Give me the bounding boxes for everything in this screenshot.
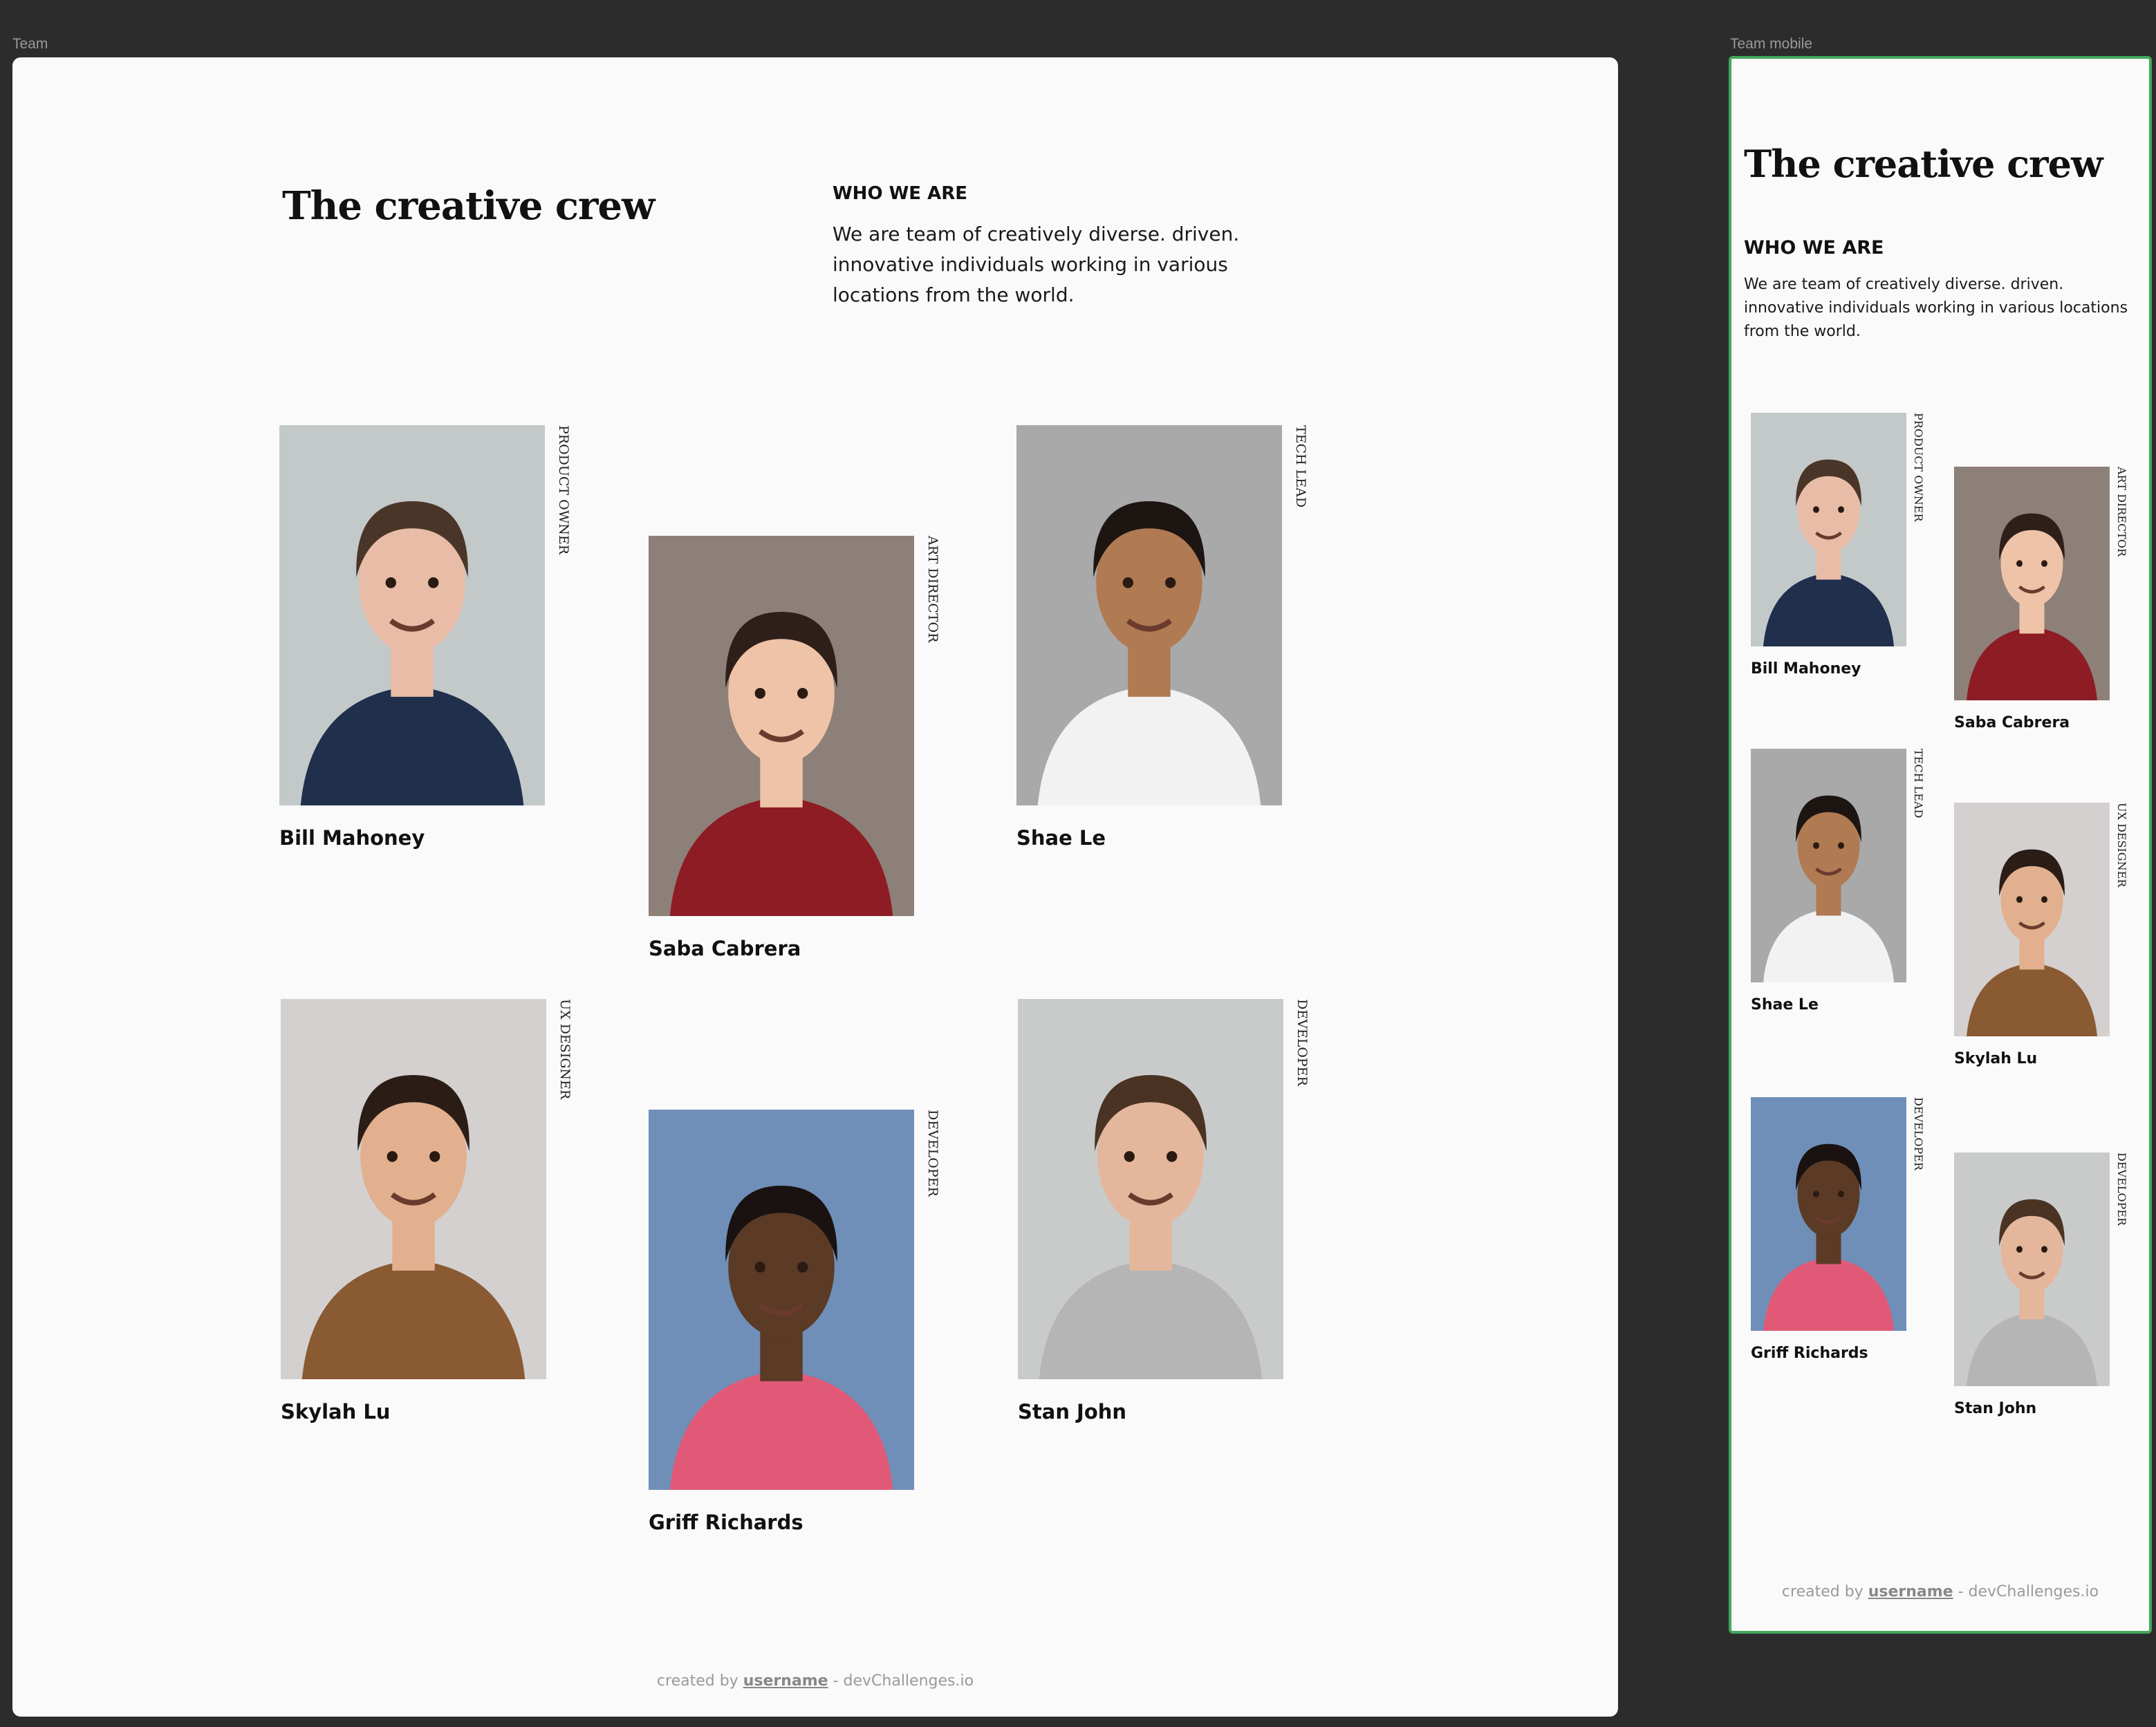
desktop-frame[interactable]: The creative crew WHO WE ARE We are team… [12,57,1618,1717]
member-name: Bill Mahoney [279,826,425,850]
section-heading: WHO WE ARE [1744,237,1884,259]
member-name: Skylah Lu [1954,1050,2038,1067]
mobile-frame-label[interactable]: Team mobile [1730,36,1812,53]
member-card: PRODUCT OWNER Bill Mahoney [279,425,584,868]
member-card: UX DESIGNER Skylah Lu [281,999,585,1441]
member-card: ART DIRECTOR Saba Cabrera [1954,467,2134,785]
member-role: TECH LEAD [1912,749,1925,819]
member-card: DEVELOPER Griff Richards [649,1110,953,1552]
member-card: ART DIRECTOR Saba Cabrera [649,536,953,978]
username-link[interactable]: username [743,1672,828,1690]
member-name: Griff Richards [1751,1345,1868,1362]
member-name: Saba Cabrera [649,937,801,960]
member-role: DEVELOPER [2115,1152,2128,1226]
member-name: Skylah Lu [281,1400,391,1423]
member-name: Bill Mahoney [1751,660,1861,678]
member-photo [1954,803,2110,1036]
footer: created by username - devChallenges.io [1731,1583,2149,1600]
member-card: DEVELOPER Stan John [1954,1152,2134,1471]
member-name: Shae Le [1751,996,1819,1014]
username-link[interactable]: username [1868,1583,1953,1600]
page-title: The creative crew [282,183,655,229]
member-role: UX DESIGNER [2115,803,2128,888]
member-card: PRODUCT OWNER Bill Mahoney [1751,413,1931,731]
member-card: TECH LEAD Shae Le [1016,425,1321,868]
member-card: UX DESIGNER Skylah Lu [1954,803,2134,1121]
member-photo [1954,467,2110,700]
member-role: DEVELOPER [925,1110,940,1197]
member-photo [1751,749,1906,982]
member-role: ART DIRECTOR [925,536,940,643]
member-name: Griff Richards [649,1511,803,1534]
member-photo [1954,1152,2110,1386]
member-role: UX DESIGNER [557,999,573,1100]
member-role: PRODUCT OWNER [1912,413,1925,522]
member-role: DEVELOPER [1294,999,1310,1086]
member-role: ART DIRECTOR [2115,467,2128,557]
footer-suffix: - devChallenges.io [828,1672,974,1690]
page-title: The creative crew [1744,142,2103,186]
desktop-frame-label[interactable]: Team [12,36,48,53]
member-name: Shae Le [1016,826,1106,850]
member-photo [279,425,545,805]
footer-suffix: - devChallenges.io [1953,1583,2099,1600]
member-photo [649,1110,914,1490]
member-photo [1016,425,1282,805]
member-photo [1751,413,1906,646]
footer: created by username - devChallenges.io [12,1672,1618,1690]
member-photo [1018,999,1283,1379]
member-card: DEVELOPER Stan John [1018,999,1322,1441]
member-name: Stan John [1954,1400,2037,1417]
member-role: TECH LEAD [1293,425,1308,508]
member-photo [649,536,914,916]
member-photo [281,999,546,1379]
member-name: Stan John [1018,1400,1127,1423]
member-role: DEVELOPER [1912,1097,1925,1170]
member-card: TECH LEAD Shae Le [1751,749,1931,1067]
member-role: PRODUCT OWNER [556,425,571,555]
mobile-frame[interactable]: The creative crew WHO WE ARE We are team… [1729,56,2152,1634]
member-card: DEVELOPER Griff Richards [1751,1097,1931,1415]
footer-prefix: created by [1781,1583,1868,1600]
team-description: We are team of creatively diverse. drive… [833,223,1240,306]
footer-prefix: created by [656,1672,743,1690]
member-photo [1751,1097,1906,1331]
team-description: We are team of creatively diverse. drive… [1744,276,2128,340]
member-name: Saba Cabrera [1954,714,2070,731]
section-heading: WHO WE ARE [833,183,967,204]
